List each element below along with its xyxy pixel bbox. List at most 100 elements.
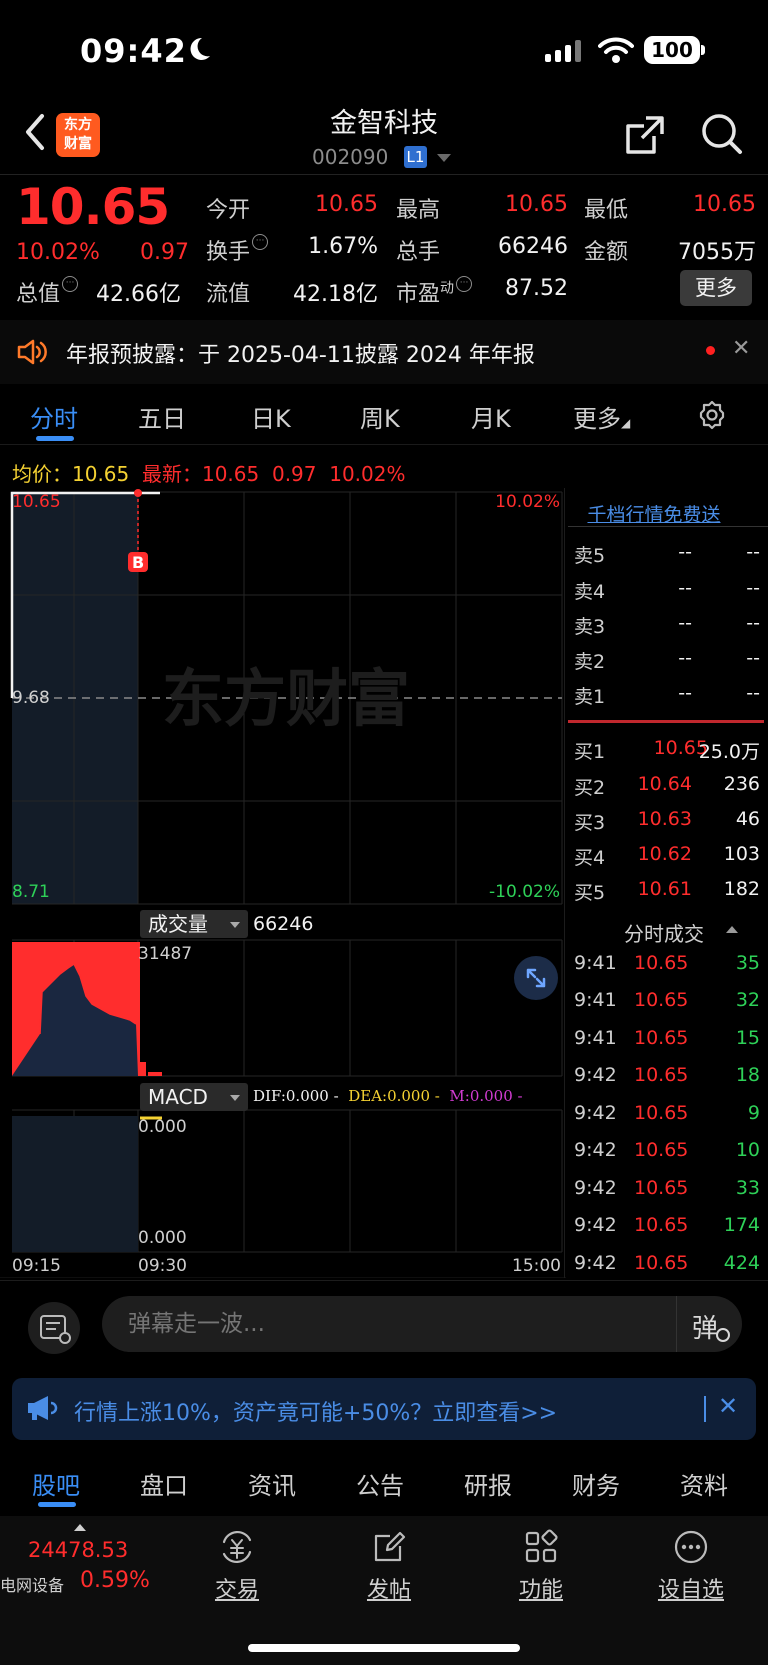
ask-price: -- xyxy=(678,577,692,599)
macd-values: DIF:0.000 - DEA:0.000 - M:0.000 - xyxy=(253,1087,523,1105)
macd-axis-top: 0.000 xyxy=(138,1117,187,1137)
tab-guba[interactable]: 股吧 xyxy=(32,1466,80,1501)
battery-cap xyxy=(701,45,705,55)
price-axis-bot: 8.71 xyxy=(12,882,50,902)
price-axis-mid: 9.68 xyxy=(12,688,50,708)
ask-volume: -- xyxy=(746,647,760,669)
ask-volume: -- xyxy=(746,577,760,599)
ask-label: 卖1 xyxy=(574,686,606,708)
tab-news[interactable]: 资讯 xyxy=(248,1466,296,1501)
float-cap-label: 流值 xyxy=(206,282,251,307)
bid-label: 买5 xyxy=(574,882,606,904)
trade-time: 9:41 xyxy=(574,1027,617,1049)
high-label: 最高 xyxy=(396,198,441,223)
trade-time: 9:42 xyxy=(574,1139,617,1161)
market-cap-label[interactable]: 总值 ··· xyxy=(16,276,79,308)
tab-five-day[interactable]: 五日 xyxy=(138,399,186,434)
trade-time: 9:42 xyxy=(574,1214,617,1236)
low-label: 最低 xyxy=(584,198,629,223)
unread-dot xyxy=(706,346,715,355)
more-button[interactable]: 更多 xyxy=(680,270,752,306)
ask-price: -- xyxy=(678,612,692,634)
share-icon[interactable] xyxy=(624,114,666,156)
turnover-value: 1.67% xyxy=(308,234,378,259)
tab-research[interactable]: 研报 xyxy=(464,1466,512,1501)
level-badge[interactable]: L1 xyxy=(404,146,427,168)
latest-value: 10.65 xyxy=(201,462,260,486)
notice-text[interactable]: 年报预披露：于 2025-04-11披露 2024 年年报 xyxy=(66,337,535,369)
change-percent: 10.02% xyxy=(16,240,100,265)
speaker-icon xyxy=(17,339,47,365)
info-icon[interactable]: ··· xyxy=(252,234,269,250)
danmu-input[interactable] xyxy=(102,1296,742,1352)
header-divider xyxy=(0,174,768,175)
avg-value: 10.65 xyxy=(72,462,130,486)
trade-price: 10.65 xyxy=(634,952,689,974)
ask-row: 卖2 -- -- xyxy=(574,647,760,677)
promo-text[interactable]: 行情上涨10%，资产竟可能+50%？立即查看>> xyxy=(74,1395,557,1427)
tab-intraday[interactable]: 分时 xyxy=(30,399,78,434)
macd-indicator-label: MACD xyxy=(148,1085,208,1109)
edit-icon xyxy=(374,1531,406,1562)
notice-close-button[interactable]: ✕ xyxy=(732,336,750,361)
tab-finance[interactable]: 财务 xyxy=(572,1466,620,1501)
ask-row: 卖3 -- -- xyxy=(574,612,760,642)
sector-index-name[interactable]: 电网设备 xyxy=(0,1572,64,1596)
sector-index-value[interactable]: 24478.53 xyxy=(28,1538,128,1562)
danmu-off-icon xyxy=(716,1328,730,1342)
tab-announcements[interactable]: 公告 xyxy=(356,1466,404,1501)
bid-volume: 103 xyxy=(723,843,760,865)
more-dots-icon xyxy=(674,1530,708,1564)
nav-trade-label: 交易 xyxy=(214,1578,259,1603)
search-icon[interactable] xyxy=(700,112,744,156)
chevron-down-icon[interactable] xyxy=(230,922,240,928)
avg-label: 均价： xyxy=(12,462,72,486)
turnover-label[interactable]: 换手 ··· xyxy=(206,234,269,266)
sector-index-percent[interactable]: 0.59% xyxy=(80,1568,150,1593)
bid-price: 10.63 xyxy=(637,808,692,830)
chevron-up-icon[interactable] xyxy=(726,926,738,933)
home-indicator[interactable] xyxy=(248,1644,520,1652)
price-dot xyxy=(134,489,142,497)
battery-indicator: 100 xyxy=(644,36,700,64)
tab-profile[interactable]: 资料 xyxy=(680,1466,728,1501)
tab-more[interactable]: 更多◢ xyxy=(573,399,630,434)
market-cap-value: 42.66亿 xyxy=(96,282,181,307)
expand-button[interactable] xyxy=(514,956,558,1000)
info-icon[interactable]: ··· xyxy=(456,276,473,292)
volume-value: 66246 xyxy=(498,234,568,259)
volume-total: 66246 xyxy=(253,913,314,935)
trade-price: 10.65 xyxy=(634,1177,689,1199)
current-price: 10.65 xyxy=(16,178,170,236)
trade-volume: 9 xyxy=(747,1102,760,1124)
trade-price: 10.65 xyxy=(634,1064,689,1086)
info-icon[interactable]: ··· xyxy=(62,276,79,292)
orderbook-top-divider xyxy=(568,526,768,527)
amount-value: 7055万 xyxy=(678,240,756,265)
tab-daily-k[interactable]: 日K xyxy=(251,399,291,434)
trade-icon xyxy=(222,1530,252,1564)
vip-orderbook-link[interactable]: 千档行情免费送 xyxy=(564,500,744,527)
tab-pankou[interactable]: 盘口 xyxy=(140,1466,188,1501)
pct-axis-top: 10.02% xyxy=(495,492,560,512)
pct-axis-bot: -10.02% xyxy=(489,882,560,902)
pe-label[interactable]: 市盈动 ··· xyxy=(396,276,473,308)
bid-price: 10.64 xyxy=(637,773,692,795)
tab-monthly-k[interactable]: 月K xyxy=(471,399,511,434)
nav-functions-label: 功能 xyxy=(518,1578,563,1603)
tab-divider xyxy=(0,444,768,445)
trade-price: 10.65 xyxy=(634,1139,689,1161)
chevron-up-icon[interactable] xyxy=(74,1524,86,1531)
comment-list-button[interactable] xyxy=(28,1302,80,1354)
latest-change: 0.97 xyxy=(271,462,317,486)
bid-row: 买4 10.62 103 xyxy=(574,843,760,873)
macd-m: M:0.000 - xyxy=(449,1087,523,1105)
promo-close-button[interactable]: ✕ xyxy=(718,1392,738,1420)
latest-percent: 10.02% xyxy=(329,462,406,486)
bid-label: 买2 xyxy=(574,777,606,799)
level-dropdown-icon[interactable] xyxy=(437,154,451,162)
trades-title[interactable]: 分时成交 xyxy=(624,918,704,947)
chevron-down-icon[interactable] xyxy=(230,1095,240,1101)
tab-weekly-k[interactable]: 周K xyxy=(360,399,400,434)
gear-icon[interactable] xyxy=(697,400,727,430)
